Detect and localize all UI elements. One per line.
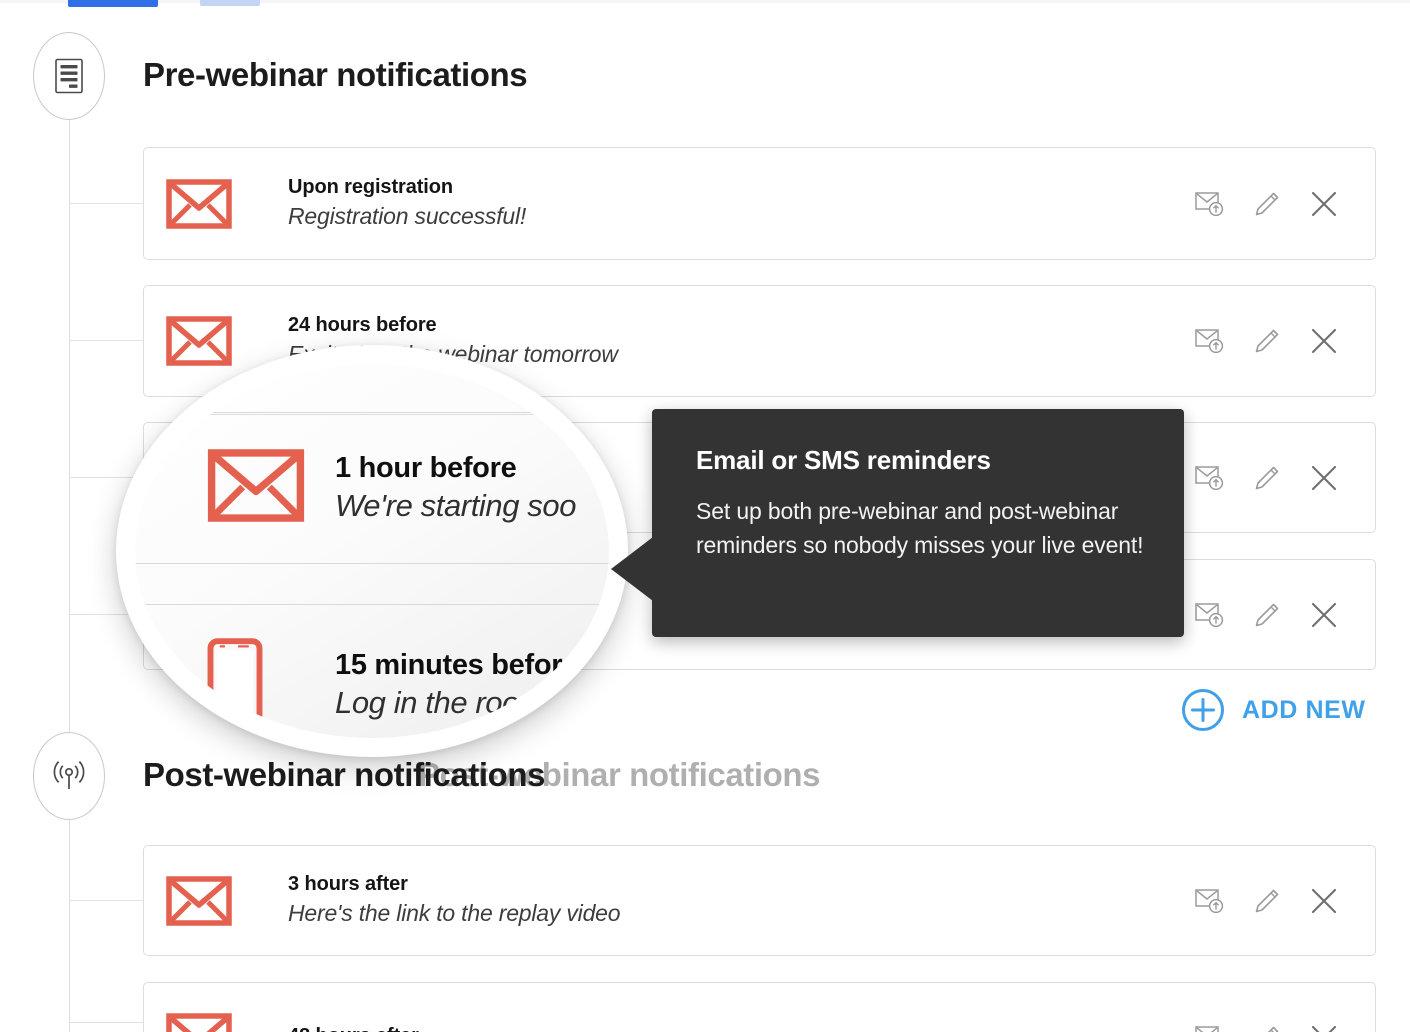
delete-icon[interactable] — [1309, 463, 1339, 493]
envelope-icon — [166, 179, 232, 229]
send-test-email-icon[interactable] — [1195, 886, 1225, 916]
timeline-branch-3 — [69, 477, 144, 478]
row-action-group — [1195, 1023, 1375, 1032]
feature-tooltip: Email or SMS reminders Set up both pre-w… — [652, 409, 1184, 637]
delete-icon[interactable] — [1309, 600, 1339, 630]
send-test-email-icon[interactable] — [1195, 326, 1225, 356]
notification-subject: Registration successful! — [288, 202, 1195, 232]
channel-icon-email — [144, 316, 254, 366]
timeline-rail-pre — [69, 120, 70, 744]
notification-row[interactable]: 48 hours after — [143, 982, 1376, 1032]
envelope-icon — [166, 453, 232, 503]
envelope-icon — [166, 1013, 232, 1032]
send-test-email-icon[interactable] — [1195, 463, 1225, 493]
notification-row[interactable]: 24 hours before Excited for the webinar … — [143, 285, 1376, 397]
top-active-tab-sliver[interactable] — [68, 0, 158, 7]
channel-icon-email — [144, 876, 254, 926]
edit-icon[interactable] — [1252, 326, 1282, 356]
top-inactive-tab-sliver[interactable] — [200, 0, 260, 6]
magnified-row-edge — [135, 414, 609, 415]
send-test-email-icon[interactable] — [1195, 1023, 1225, 1032]
notification-timing: 48 hours after — [288, 1024, 1195, 1032]
smartphone-icon — [179, 583, 219, 647]
notification-timing: 24 hours before — [288, 313, 1195, 338]
occluded-post-webinar-title: Post-webinar notifications — [418, 756, 820, 794]
edit-icon[interactable] — [1252, 600, 1282, 630]
row-action-group — [1195, 886, 1375, 916]
timeline-branch-5 — [69, 900, 144, 901]
row-action-group — [1195, 189, 1375, 219]
magnifier-ring: 1 hour before We're starting soo — [116, 345, 628, 757]
send-test-email-icon[interactable] — [1195, 189, 1225, 219]
send-test-email-icon[interactable] — [1195, 600, 1225, 630]
notification-row-text: 24 hours before Excited for the webinar … — [254, 313, 1195, 370]
channel-icon-email — [144, 179, 254, 229]
edit-icon[interactable] — [1252, 886, 1282, 916]
notification-subject: Excited for the webinar tomorrow — [288, 340, 1195, 370]
notification-row-text: 48 hours after — [254, 1024, 1195, 1032]
section-icon-pre-webinar — [33, 32, 105, 120]
tooltip-title: Email or SMS reminders — [696, 445, 1146, 476]
notification-row-text: Upon registration Registration successfu… — [254, 175, 1195, 232]
notification-row[interactable]: 3 hours after Here's the link to the rep… — [143, 845, 1376, 956]
row-action-group — [1195, 600, 1375, 630]
notification-row[interactable]: Upon registration Registration successfu… — [143, 147, 1376, 260]
delete-icon[interactable] — [1309, 326, 1339, 356]
magnifier-content: 1 hour before We're starting soo — [135, 364, 609, 738]
magnifier-lens: 1 hour before We're starting soo — [116, 345, 628, 757]
notification-subject: Here's the link to the replay video — [288, 899, 1195, 929]
channel-icon-sms — [144, 583, 254, 647]
envelope-icon — [166, 876, 232, 926]
notifications-page: Pre-webinar notifications Upon registrat… — [0, 0, 1410, 1032]
notification-timing: Upon registration — [288, 175, 1195, 200]
channel-icon-email — [144, 453, 254, 503]
magnifier-viewport: 1 hour before We're starting soo — [135, 364, 609, 738]
plus-circle-icon — [1181, 688, 1225, 732]
channel-icon-email — [144, 1013, 254, 1032]
edit-icon[interactable] — [1252, 1023, 1282, 1032]
edit-icon[interactable] — [1252, 189, 1282, 219]
timeline-branch-4 — [69, 614, 144, 615]
row-action-group — [1195, 463, 1375, 493]
broadcast-icon — [48, 755, 90, 797]
delete-icon[interactable] — [1309, 1023, 1339, 1032]
notification-row-text: 3 hours after Here's the link to the rep… — [254, 872, 1195, 929]
add-new-button[interactable]: ADD NEW — [1181, 688, 1366, 732]
section-icon-post-webinar — [33, 732, 105, 820]
document-list-icon — [54, 58, 84, 94]
tooltip-body: Set up both pre-webinar and post-webinar… — [696, 494, 1146, 562]
page-title-pre-webinar: Pre-webinar notifications — [143, 56, 527, 94]
timeline-branch-6 — [69, 1022, 144, 1023]
notification-subject: Log in the room — [335, 685, 578, 721]
notification-timing: 3 hours after — [288, 872, 1195, 897]
delete-icon[interactable] — [1309, 886, 1339, 916]
delete-icon[interactable] — [1309, 189, 1339, 219]
envelope-icon — [166, 316, 232, 366]
tooltip-pointer — [611, 537, 653, 601]
timeline-rail-post — [69, 820, 70, 1032]
timeline-branch-2 — [69, 340, 144, 341]
add-new-label: ADD NEW — [1242, 696, 1366, 725]
row-action-group — [1195, 326, 1375, 356]
timeline-branch-1 — [69, 203, 144, 204]
edit-icon[interactable] — [1252, 463, 1282, 493]
